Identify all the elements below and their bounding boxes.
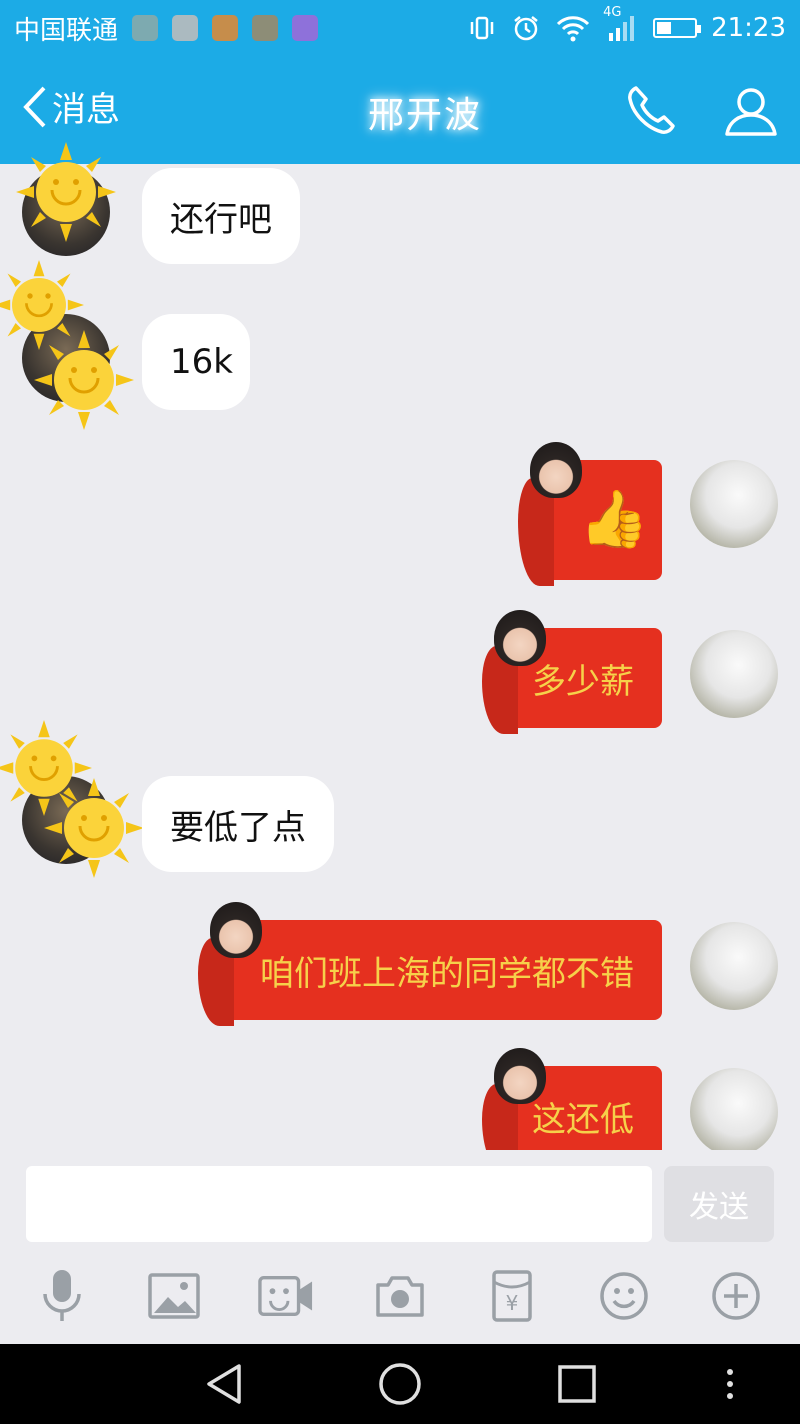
video-call-button[interactable]	[258, 1268, 314, 1324]
image-icon	[148, 1273, 200, 1319]
nav-home-button[interactable]	[375, 1362, 425, 1406]
composer-toolbar: ¥	[0, 1268, 800, 1332]
message-bubble[interactable]: 还行吧	[142, 168, 300, 264]
photo-button[interactable]	[146, 1268, 202, 1324]
camera-icon	[376, 1276, 424, 1317]
nav-menu-button[interactable]	[710, 1362, 750, 1406]
my-avatar[interactable]	[690, 630, 778, 718]
clock: 21:23	[711, 13, 786, 43]
camera-button[interactable]	[372, 1268, 428, 1324]
app-notification-icon	[212, 15, 239, 41]
send-button[interactable]: 发送	[664, 1166, 774, 1242]
message-input[interactable]	[26, 1166, 652, 1242]
message-bubble[interactable]: 多少薪	[482, 610, 662, 734]
composer: 发送 ¥	[0, 1150, 800, 1344]
video-icon	[258, 1275, 313, 1317]
message-bubble[interactable]: 👍	[518, 442, 662, 586]
notification-icons	[132, 15, 319, 41]
vibrate-icon	[470, 16, 494, 40]
message-text: 还行吧	[170, 199, 272, 240]
message-text: 这还低	[532, 1099, 634, 1140]
person-icon	[725, 88, 777, 136]
signal-icon: 4G	[603, 5, 639, 43]
message-bubble[interactable]: 这还低	[482, 1048, 662, 1150]
message-clip: 这还低	[0, 1040, 800, 1150]
status-bar: 中国联通 4G 21:23	[0, 0, 800, 56]
sun-sticker-icon	[16, 142, 116, 242]
chevron-left-icon	[23, 86, 46, 127]
message-text: 多少薪	[532, 661, 634, 702]
svg-text:¥: ¥	[506, 1291, 519, 1315]
network-type-label: 4G	[603, 5, 622, 20]
system-nav-bar	[0, 1344, 800, 1424]
sticker-boy-avatar	[494, 1048, 546, 1104]
gallery-notification-icon	[252, 15, 279, 41]
carrier-name: 中国联通	[14, 15, 119, 46]
alarm-icon	[514, 16, 538, 41]
phone-icon	[628, 86, 675, 134]
battery-level	[657, 22, 672, 34]
sticker-boy-avatar	[494, 610, 546, 666]
message-text: 16k	[170, 342, 233, 382]
chat-header: 消息 邢开波	[0, 56, 800, 164]
plus-circle-icon	[712, 1272, 760, 1320]
app-notification-icon	[132, 15, 159, 41]
sun-sticker-icon	[34, 330, 134, 430]
battery-icon	[653, 18, 702, 38]
message-bubble[interactable]: 16k	[142, 314, 250, 410]
triangle-back-icon	[207, 1364, 241, 1404]
microphone-icon	[43, 1270, 81, 1321]
keyboard-notification-icon	[292, 15, 319, 41]
circle-home-icon	[379, 1363, 421, 1405]
back-button[interactable]: 消息	[22, 82, 120, 131]
my-avatar[interactable]	[690, 922, 778, 1010]
more-button[interactable]	[708, 1268, 764, 1324]
profile-button[interactable]	[720, 80, 782, 142]
voice-button[interactable]	[34, 1268, 90, 1324]
sun-sticker-icon	[44, 778, 144, 878]
my-avatar[interactable]	[690, 460, 778, 548]
smiley-icon	[600, 1272, 648, 1320]
app-notification-icon	[172, 15, 199, 41]
emoji-button[interactable]	[596, 1268, 652, 1324]
back-label: 消息	[52, 90, 120, 130]
nav-back-button[interactable]	[198, 1362, 248, 1406]
thumbs-up-icon: 👍	[579, 487, 649, 552]
red-packet-button[interactable]: ¥	[484, 1268, 540, 1324]
square-recents-icon	[558, 1365, 596, 1403]
chat-title: 邢开波	[367, 95, 482, 136]
message-bubble[interactable]: 要低了点	[142, 776, 334, 872]
red-envelope-icon: ¥	[492, 1270, 532, 1322]
call-button[interactable]	[622, 80, 684, 142]
sticker-boy-avatar	[210, 902, 262, 958]
message-text: 咱们班上海的同学都不错	[260, 953, 634, 994]
message-text: 要低了点	[170, 807, 306, 848]
wifi-icon	[556, 16, 590, 42]
nav-recents-button[interactable]	[552, 1362, 602, 1406]
my-avatar[interactable]	[690, 1068, 778, 1150]
kebab-menu-icon	[727, 1369, 733, 1399]
sticker-boy-avatar	[530, 442, 582, 498]
message-bubble[interactable]: 咱们班上海的同学都不错	[198, 902, 662, 1026]
